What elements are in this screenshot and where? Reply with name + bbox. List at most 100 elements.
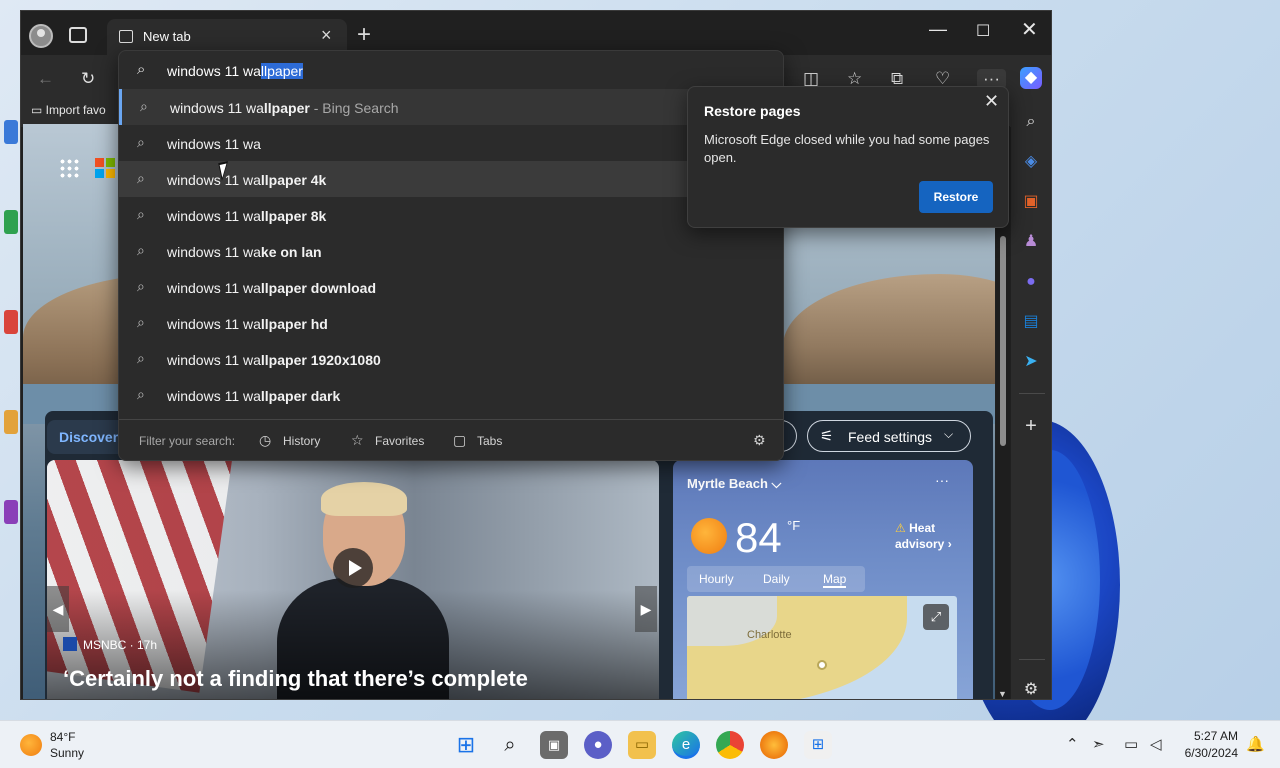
notification-bell-icon[interactable]: 🔔 — [1246, 735, 1265, 753]
tab-daily[interactable]: Daily — [763, 572, 790, 586]
tools-icon[interactable]: ▣ — [1020, 191, 1042, 213]
games-icon[interactable]: ♟ — [1020, 231, 1042, 253]
heat-advisory-link[interactable]: ⚠ Heat advisory › — [895, 520, 973, 552]
tab-map[interactable]: Map — [823, 572, 847, 588]
sliders-icon: ⚟ — [820, 428, 834, 445]
filter-history[interactable]: History — [283, 434, 320, 448]
settings-gear-icon[interactable]: ⚙ — [753, 432, 766, 449]
desktop-icon[interactable] — [4, 310, 18, 334]
volume-icon[interactable]: ◁ — [1150, 735, 1162, 753]
suggestion-item[interactable]: ⌕ windows 11 wallpaper 8k — [119, 197, 783, 233]
desktop-icon[interactable] — [4, 210, 18, 234]
search-icon: ⌕ — [137, 278, 145, 294]
chevron-down-icon: ⌵ — [944, 427, 954, 441]
popup-message: Microsoft Edge closed while you had some… — [704, 132, 990, 165]
suggestion-item[interactable]: ⌕ windows 11 wa — [119, 125, 783, 161]
search-icon: ⌕ — [137, 134, 145, 150]
warning-icon: ⚠ — [895, 521, 906, 535]
chevron-up-icon[interactable]: ⌃ — [1066, 735, 1079, 753]
suggestion-item[interactable]: ⌕ windows 11 wallpaper download — [119, 269, 783, 305]
profile-avatar[interactable] — [29, 24, 53, 48]
weather-map[interactable]: Charlotte ⤢ — [687, 596, 957, 699]
file-explorer-icon[interactable]: ▭ — [628, 731, 656, 759]
more-icon[interactable]: ··· — [935, 472, 949, 488]
close-window-icon[interactable]: ✕ — [1021, 17, 1038, 42]
close-tab-icon[interactable]: × — [321, 25, 332, 46]
add-icon[interactable]: + — [1020, 415, 1042, 437]
search-icon: ⌕ — [137, 314, 145, 330]
sunny-icon — [691, 518, 727, 554]
desktop-icon[interactable] — [4, 120, 18, 144]
search-icon: ⌕ — [137, 350, 145, 366]
task-view-icon[interactable]: ▣ — [540, 731, 568, 759]
weather-card[interactable]: Myrtle Beach ⌵ ··· 84 °F ⚠ Heat advisory… — [673, 460, 973, 699]
search-filter-bar: Filter your search: ◷ History ☆ Favorite… — [119, 419, 783, 461]
filter-favorites[interactable]: Favorites — [375, 434, 424, 448]
microsoft-logo-icon[interactable] — [95, 158, 115, 178]
feed-settings-button[interactable]: ⚟ Feed settings ⌵ — [807, 420, 971, 452]
app-launcher-icon[interactable] — [59, 158, 79, 178]
edge-sidebar: ◆ ⌕ ◈ ▣ ♟ ● ▤ ➤ + ⚙ — [1011, 55, 1051, 699]
outlook-icon[interactable]: ▤ — [1020, 311, 1042, 333]
address-bar-dropdown: ⌕ windows 11 wallpaper ⌕ windows 11 wall… — [118, 50, 784, 461]
suggestion-item[interactable]: ⌕ windows 11 wallpaper - Bing Search — [119, 89, 783, 125]
taskbar: 84°F Sunny ⊞ ⌕ ▣ ● ▭ e ⊞ ⌃ ➣ ▭ ◁ 5:27 AM… — [0, 720, 1280, 768]
microsoft-365-icon[interactable]: ● — [1020, 271, 1042, 293]
microsoft-store-icon[interactable]: ⊞ — [804, 731, 832, 759]
location-marker — [817, 660, 827, 670]
maximize-icon[interactable]: ☐ — [976, 21, 990, 41]
back-icon[interactable]: ← — [37, 69, 54, 89]
history-icon: ◷ — [259, 432, 272, 448]
desktop-icon[interactable] — [4, 410, 18, 434]
copilot-icon[interactable]: ◆ — [1020, 67, 1042, 89]
teams-chat-icon[interactable]: ● — [584, 731, 612, 759]
chrome-icon[interactable] — [716, 731, 744, 759]
map-city-label: Charlotte — [747, 629, 792, 641]
tab-hourly[interactable]: Hourly — [699, 572, 734, 586]
tab-actions-icon[interactable] — [69, 27, 87, 43]
weather-sun-icon[interactable] — [20, 734, 42, 756]
restore-pages-popup: Restore pages ✕ Microsoft Edge closed wh… — [687, 86, 1009, 228]
scroll-down-icon[interactable]: ▼ — [998, 689, 1007, 699]
carousel-prev-icon[interactable]: ◀ — [47, 586, 69, 632]
title-bar: New tab × + — ☐ ✕ — [21, 11, 1051, 55]
suggestion-item[interactable]: ⌕ windows 11 wake on lan — [119, 233, 783, 269]
search-icon[interactable]: ⌕ — [496, 731, 524, 759]
refresh-icon[interactable]: ↻ — [81, 69, 95, 89]
search-icon[interactable]: ⌕ — [1020, 111, 1042, 133]
shopping-tag-icon[interactable]: ◈ — [1020, 151, 1042, 173]
taskbar-weather-temp[interactable]: 84°F — [50, 730, 75, 744]
taskbar-weather-condition[interactable]: Sunny — [50, 746, 84, 760]
edge-icon[interactable]: e — [672, 731, 700, 759]
filter-tabs[interactable]: Tabs — [477, 434, 502, 448]
suggestion-item[interactable]: ⌕ windows 11 wallpaper 1920x1080 — [119, 341, 783, 377]
suggestion-item[interactable]: ⌕ windows 11 wallpaper hd — [119, 305, 783, 341]
start-windows-icon[interactable]: ⊞ — [452, 731, 480, 759]
clock-date[interactable]: 6/30/2024 — [1180, 746, 1238, 760]
tabs-icon: ▢ — [453, 432, 467, 448]
restore-button[interactable]: Restore — [919, 181, 993, 213]
weather-location[interactable]: Myrtle Beach ⌵ — [687, 476, 781, 492]
expand-icon[interactable]: ⤢ — [923, 604, 949, 630]
popup-title: Restore pages — [704, 103, 801, 119]
play-video-icon[interactable] — [333, 548, 373, 588]
close-icon[interactable]: ✕ — [984, 91, 999, 112]
address-bar-input[interactable]: ⌕ windows 11 wallpaper — [119, 51, 783, 89]
news-source: MSNBC · 17h — [63, 637, 157, 652]
settings-gear-icon[interactable]: ⚙ — [1020, 679, 1042, 699]
clock-time[interactable]: 5:27 AM — [1186, 729, 1238, 743]
carousel-next-icon[interactable]: ▶ — [635, 586, 657, 632]
desktop-icon[interactable] — [4, 500, 18, 524]
drop-icon[interactable]: ➤ — [1020, 351, 1042, 373]
new-tab-plus-icon[interactable]: + — [357, 21, 371, 49]
suggestion-item[interactable]: ⌕ windows 11 wallpaper dark — [119, 377, 783, 413]
minimize-icon[interactable]: — — [929, 19, 947, 40]
import-favorites-link[interactable]: ▭ Import favo — [31, 103, 106, 117]
network-icon[interactable]: ▭ — [1124, 735, 1138, 753]
scrollbar-thumb[interactable] — [1000, 236, 1006, 446]
hero-news-card[interactable]: ◀ ▶ MSNBC · 17h ‘Certainly not a finding… — [47, 460, 659, 699]
location-arrow-icon[interactable]: ➣ — [1092, 735, 1105, 753]
firefox-icon[interactable] — [760, 731, 788, 759]
address-bar-text[interactable]: windows 11 wallpaper — [167, 63, 303, 79]
news-headline[interactable]: ‘Certainly not a finding that there’s co… — [63, 664, 643, 699]
